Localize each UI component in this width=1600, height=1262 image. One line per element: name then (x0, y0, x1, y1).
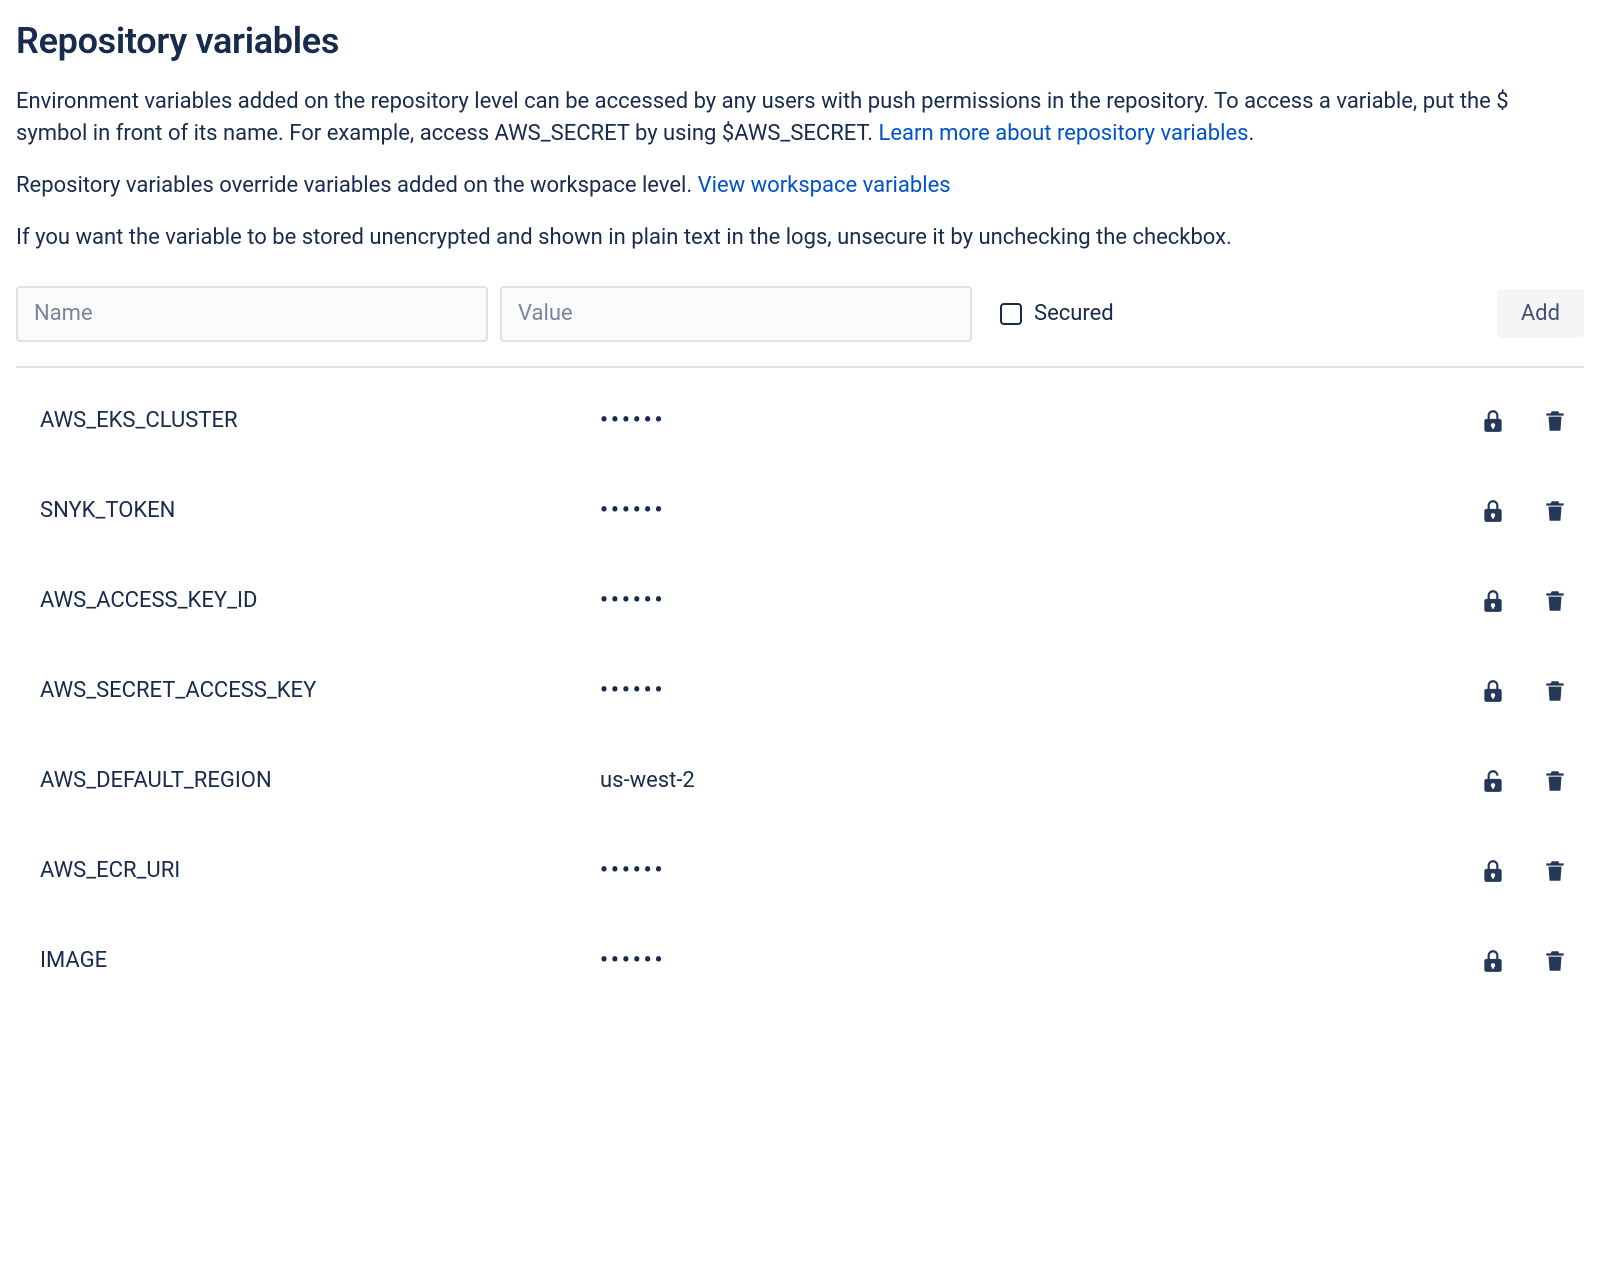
variable-list: AWS_EKS_CLUSTER••••••SNYK_TOKEN••••••AWS… (16, 376, 1584, 1006)
secured-label: Secured (1034, 301, 1114, 326)
variable-row: AWS_EKS_CLUSTER•••••• (16, 376, 1584, 466)
trash-icon[interactable] (1538, 404, 1572, 438)
variable-actions (1476, 854, 1572, 888)
variable-value-input[interactable] (500, 286, 972, 342)
variable-row: AWS_SECRET_ACCESS_KEY•••••• (16, 646, 1584, 736)
lock-open-icon[interactable] (1476, 764, 1510, 798)
lock-closed-icon[interactable] (1476, 854, 1510, 888)
variable-name: AWS_SECRET_ACCESS_KEY (40, 678, 600, 703)
trash-icon[interactable] (1538, 854, 1572, 888)
trash-icon[interactable] (1538, 494, 1572, 528)
variable-actions (1476, 944, 1572, 978)
trash-icon[interactable] (1538, 584, 1572, 618)
variable-value: •••••• (600, 858, 1476, 883)
lock-closed-icon[interactable] (1476, 584, 1510, 618)
description-paragraph-1: Environment variables added on the repos… (16, 86, 1584, 150)
view-workspace-variables-link[interactable]: View workspace variables (698, 173, 951, 198)
page-title: Repository variables (16, 20, 1584, 62)
lock-closed-icon[interactable] (1476, 674, 1510, 708)
learn-more-link[interactable]: Learn more about repository variables (879, 121, 1249, 146)
trash-icon[interactable] (1538, 764, 1572, 798)
variable-actions (1476, 584, 1572, 618)
variable-row: SNYK_TOKEN•••••• (16, 466, 1584, 556)
variable-name: AWS_ECR_URI (40, 858, 600, 883)
description-text-end: . (1248, 121, 1254, 146)
variable-name: AWS_EKS_CLUSTER (40, 408, 600, 433)
trash-icon[interactable] (1538, 944, 1572, 978)
variable-actions (1476, 494, 1572, 528)
lock-closed-icon[interactable] (1476, 494, 1510, 528)
variable-actions (1476, 404, 1572, 438)
description-text: Environment variables added on the repos… (16, 89, 1509, 146)
trash-icon[interactable] (1538, 674, 1572, 708)
variable-row: AWS_ECR_URI•••••• (16, 826, 1584, 916)
description-paragraph-3: If you want the variable to be stored un… (16, 222, 1584, 254)
variable-name: SNYK_TOKEN (40, 498, 600, 523)
add-button[interactable]: Add (1497, 289, 1584, 338)
variable-row: AWS_ACCESS_KEY_ID•••••• (16, 556, 1584, 646)
variable-row: AWS_DEFAULT_REGIONus-west-2 (16, 736, 1584, 826)
variable-name: IMAGE (40, 948, 600, 973)
override-text: Repository variables override variables … (16, 173, 698, 198)
variable-actions (1476, 674, 1572, 708)
secured-checkbox[interactable] (1000, 303, 1022, 325)
variable-name: AWS_DEFAULT_REGION (40, 768, 600, 793)
variable-name-input[interactable] (16, 286, 488, 342)
variable-value: •••••• (600, 678, 1476, 703)
add-variable-row: Secured Add (16, 286, 1584, 368)
lock-closed-icon[interactable] (1476, 944, 1510, 978)
secured-checkbox-wrap: Secured (1000, 301, 1485, 326)
description-paragraph-2: Repository variables override variables … (16, 170, 1584, 202)
lock-closed-icon[interactable] (1476, 404, 1510, 438)
variable-row: IMAGE•••••• (16, 916, 1584, 1006)
variable-actions (1476, 764, 1572, 798)
variable-value: •••••• (600, 948, 1476, 973)
variable-value: •••••• (600, 408, 1476, 433)
variable-value: •••••• (600, 588, 1476, 613)
variable-value: us-west-2 (600, 768, 1476, 793)
variable-value: •••••• (600, 498, 1476, 523)
variable-name: AWS_ACCESS_KEY_ID (40, 588, 600, 613)
